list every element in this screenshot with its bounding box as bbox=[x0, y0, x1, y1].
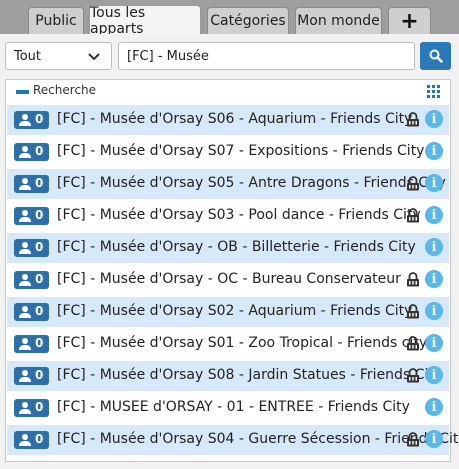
tab-categories[interactable]: Catégories bbox=[207, 7, 289, 34]
room-row[interactable]: 0 [FC] - Musée d'Orsay S02 - Aquarium - F… bbox=[7, 297, 449, 327]
user-count-badge: 0 bbox=[14, 367, 49, 385]
add-tab-button[interactable]: + bbox=[388, 7, 431, 34]
info-icon[interactable]: i bbox=[425, 174, 443, 192]
lock-icon bbox=[407, 336, 419, 351]
user-count: 0 bbox=[35, 112, 44, 126]
room-row[interactable]: 0 [FC] - Musée d'Orsay - OB - Billetterie… bbox=[7, 233, 449, 263]
grid-view-icon[interactable] bbox=[427, 85, 440, 98]
room-title: [FC] - Musée d'Orsay - OB - Billetterie … bbox=[57, 239, 416, 255]
results-header: Recherche bbox=[6, 80, 450, 104]
user-count: 0 bbox=[35, 336, 44, 350]
user-icon bbox=[19, 114, 31, 126]
lock-icon bbox=[407, 176, 419, 191]
user-count-badge: 0 bbox=[14, 111, 49, 129]
room-title: [FC] - Musée d'Orsay S06 - Aquarium - Fr… bbox=[57, 111, 413, 127]
room-title: [FC] - MUSEE d'ORSAY - 01 - ENTREE - Fri… bbox=[57, 399, 410, 415]
info-icon[interactable]: i bbox=[425, 238, 443, 256]
filter-select[interactable]: Tout bbox=[5, 42, 112, 70]
room-title: [FC] - Musée d'Orsay S05 - Antre Dragons… bbox=[57, 175, 446, 191]
info-icon[interactable]: i bbox=[425, 270, 443, 288]
user-icon bbox=[19, 178, 31, 190]
room-title: [FC] - Musée d'Orsay S04 - Guerre Sécess… bbox=[57, 431, 459, 447]
room-title: [FC] - Musée d'Orsay S08 - Jardin Statue… bbox=[57, 367, 443, 383]
tab-public[interactable]: Public bbox=[28, 7, 84, 34]
room-row[interactable]: 0 [FC] - Musée d'Orsay S05 - Antre Dragon… bbox=[7, 169, 449, 199]
info-icon[interactable]: i bbox=[425, 110, 443, 128]
room-title: [FC] - Musée d'Orsay S01 - Zoo Tropical … bbox=[57, 335, 428, 351]
tab-my-world[interactable]: Mon monde bbox=[295, 7, 382, 34]
search-icon bbox=[429, 49, 443, 63]
collapse-icon[interactable] bbox=[16, 90, 29, 94]
user-icon bbox=[19, 306, 31, 318]
user-count: 0 bbox=[35, 400, 44, 414]
user-count: 0 bbox=[35, 208, 44, 222]
room-row[interactable]: 0 [FC] - Musée d'Orsay S03 - Pool dance -… bbox=[7, 201, 449, 231]
search-input[interactable] bbox=[118, 42, 415, 70]
user-count: 0 bbox=[35, 272, 44, 286]
filter-select-value: Tout bbox=[14, 48, 42, 64]
lock-icon bbox=[407, 272, 419, 287]
room-title: [FC] - Musée d'Orsay S07 - Expositions -… bbox=[57, 143, 425, 159]
user-count-badge: 0 bbox=[14, 175, 49, 193]
search-button[interactable] bbox=[420, 42, 451, 70]
user-count-badge: 0 bbox=[14, 271, 49, 289]
tab-bar: Public Tous les apparts Catégories Mon m… bbox=[0, 0, 459, 37]
lock-icon bbox=[407, 368, 419, 383]
user-count: 0 bbox=[35, 144, 44, 158]
room-title: [FC] - Musée d'Orsay S02 - Aquarium - Fr… bbox=[57, 303, 413, 319]
info-icon[interactable]: i bbox=[425, 142, 443, 160]
info-icon[interactable]: i bbox=[425, 302, 443, 320]
user-count: 0 bbox=[35, 304, 44, 318]
lock-icon bbox=[407, 432, 419, 447]
results-header-label: Recherche bbox=[33, 83, 97, 97]
info-icon[interactable]: i bbox=[425, 430, 443, 448]
room-row[interactable]: 0 [FC] - Musée d'Orsay S07 - Expositions … bbox=[7, 137, 449, 167]
room-row[interactable]: 0 [FC] - Musée d'Orsay S04 - Guerre Séces… bbox=[7, 425, 459, 455]
room-row[interactable]: 0 [FC] - Musée d'Orsay S01 - Zoo Tropical… bbox=[7, 329, 449, 359]
user-count-badge: 0 bbox=[14, 207, 49, 225]
navigator-panel: Tout Recherche 0 [FC] - Musée d'Orsay S06… bbox=[0, 34, 459, 469]
results-list: Recherche 0 [FC] - Musée d'Orsay S06 - Aq… bbox=[5, 79, 459, 462]
user-count-badge: 0 bbox=[14, 239, 49, 257]
room-row[interactable]: 0 [FC] - Musée d'Orsay S08 - Jardin Statu… bbox=[7, 361, 449, 391]
room-row[interactable]: 0 [FC] - Musée d'Orsay - OC - Bureau Cons… bbox=[7, 265, 449, 295]
user-count: 0 bbox=[35, 176, 44, 190]
lock-icon bbox=[407, 208, 419, 223]
room-row[interactable]: 0 [FC] - MUSEE d'ORSAY - 01 - ENTREE - Fr… bbox=[7, 393, 449, 423]
info-icon[interactable]: i bbox=[425, 334, 443, 352]
user-icon bbox=[19, 146, 31, 158]
user-count-badge: 0 bbox=[14, 399, 49, 417]
lock-icon bbox=[407, 112, 419, 127]
room-title: [FC] - Musée d'Orsay S03 - Pool dance - … bbox=[57, 207, 421, 223]
room-title: [FC] - Musée d'Orsay - OC - Bureau Conse… bbox=[57, 271, 401, 287]
user-count-badge: 0 bbox=[14, 335, 49, 353]
user-icon bbox=[19, 274, 31, 286]
info-icon[interactable]: i bbox=[425, 206, 443, 224]
room-row[interactable]: 0 [FC] - Musée d'Orsay S06 - Aquarium - F… bbox=[7, 105, 449, 135]
user-icon bbox=[19, 402, 31, 414]
info-icon[interactable]: i bbox=[425, 366, 443, 384]
user-icon bbox=[19, 242, 31, 254]
user-count: 0 bbox=[35, 240, 44, 254]
user-count: 0 bbox=[35, 368, 44, 382]
user-count-badge: 0 bbox=[14, 431, 49, 449]
info-icon[interactable]: i bbox=[425, 398, 443, 416]
user-icon bbox=[19, 434, 31, 446]
lock-icon bbox=[407, 304, 419, 319]
user-icon bbox=[19, 370, 31, 382]
user-icon bbox=[19, 338, 31, 350]
tab-all-rooms[interactable]: Tous les apparts bbox=[89, 5, 201, 37]
user-count-badge: 0 bbox=[14, 303, 49, 321]
user-count: 0 bbox=[35, 432, 44, 446]
chevron-down-icon bbox=[88, 53, 100, 61]
user-icon bbox=[19, 210, 31, 222]
user-count-badge: 0 bbox=[14, 143, 49, 161]
